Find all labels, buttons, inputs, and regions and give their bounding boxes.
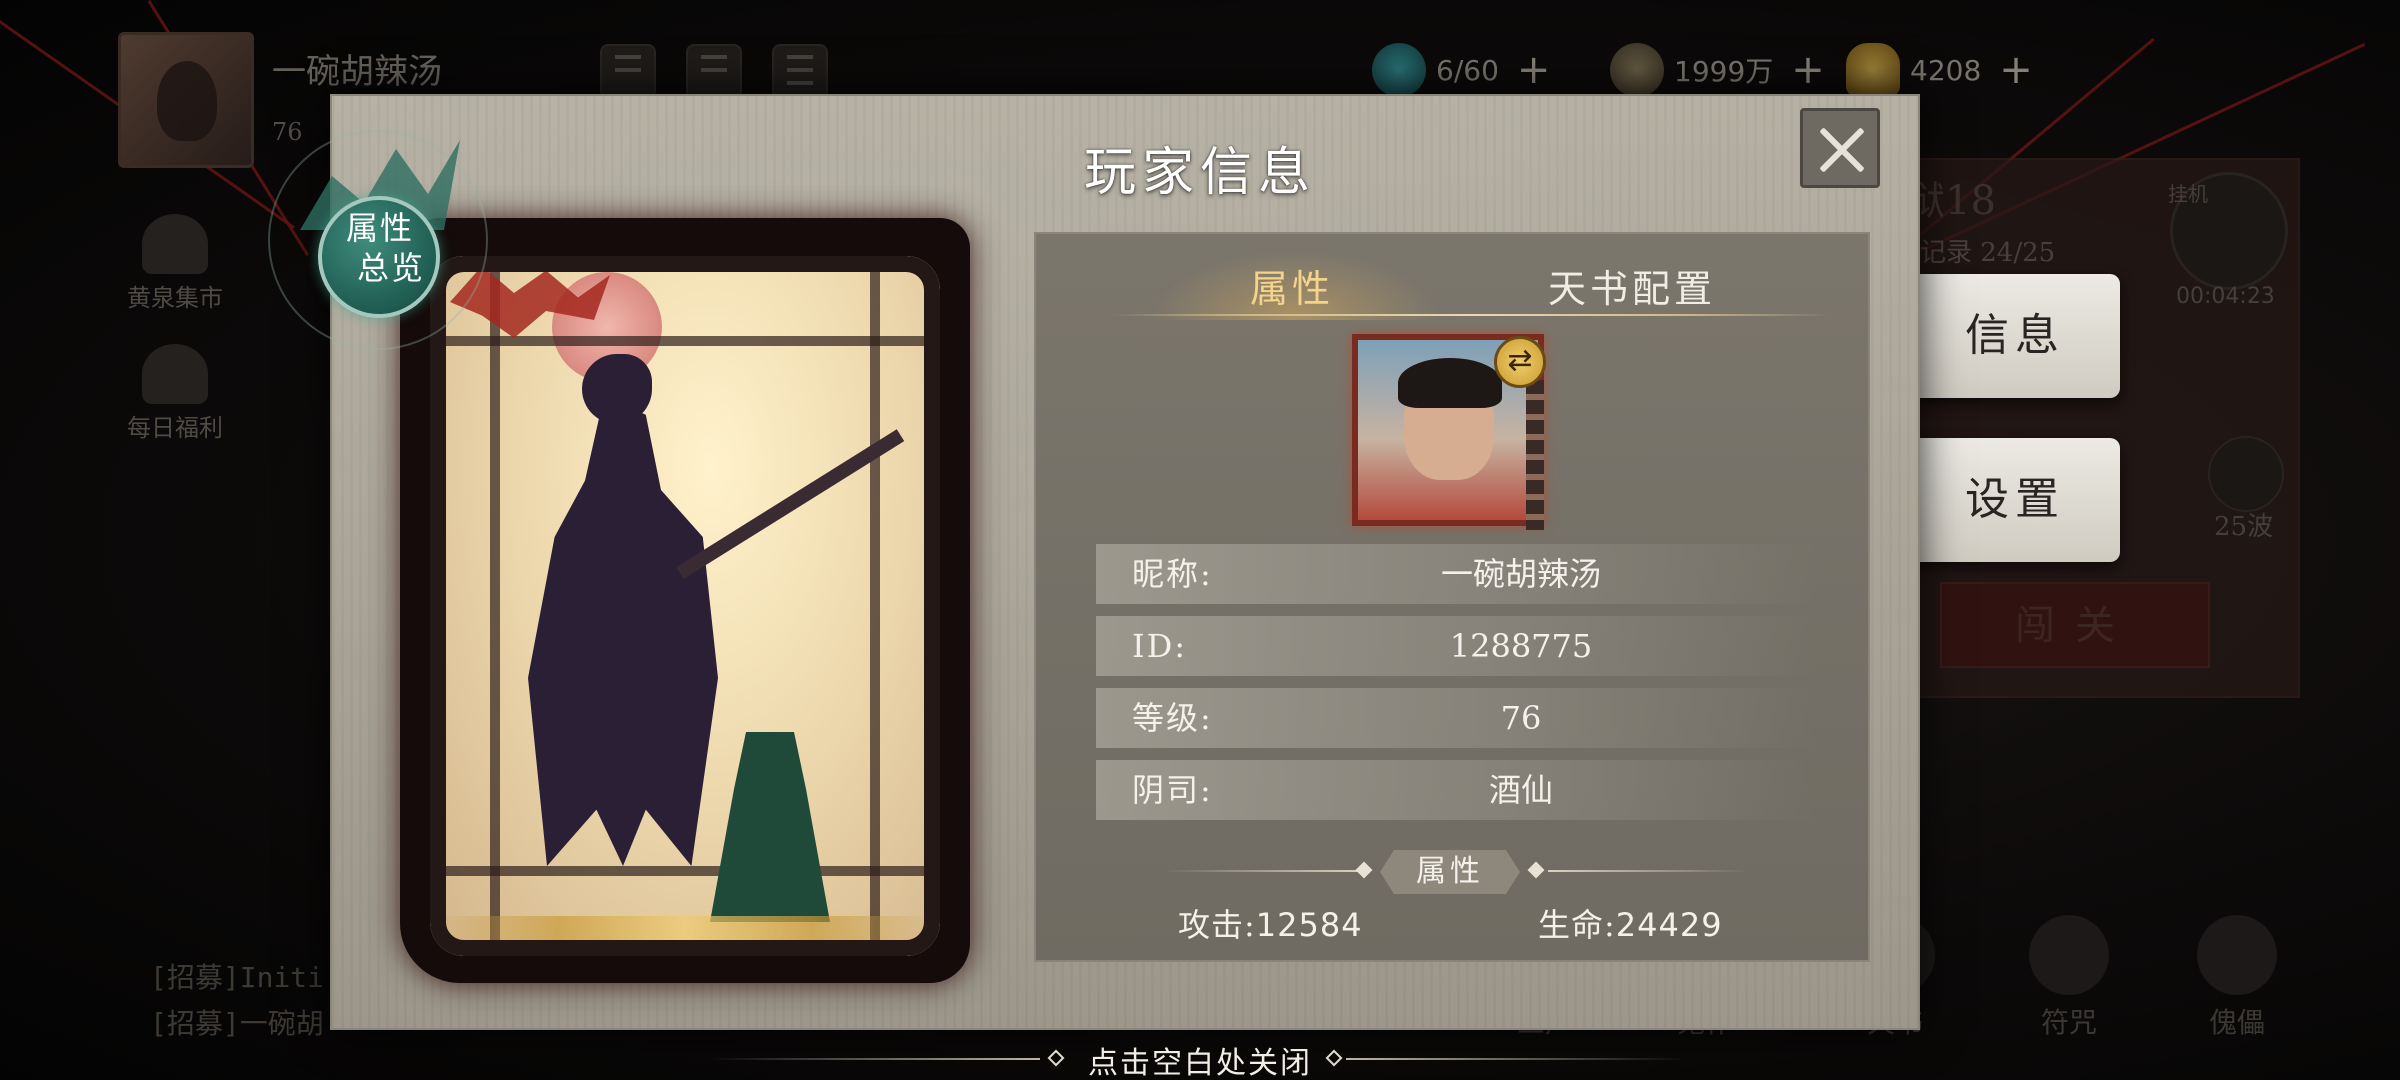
tab-book-config[interactable]: 天书配置 [1548,258,1716,313]
row-value: 1288775 [1449,627,1593,665]
section-attributes-label: 属性 [1380,850,1520,894]
tab-attributes[interactable]: 属性 [1250,258,1334,313]
info-row-underworld: 阴司: 酒仙 [1096,760,1816,820]
character-art [430,256,940,956]
tab-settings-button[interactable]: 设置 [1910,438,2120,562]
row-label: 阴司: [1132,771,1213,809]
close-button[interactable] [1800,108,1880,188]
stat-hp-label: 生命: [1538,906,1616,944]
row-value: 76 [1500,699,1542,737]
info-row-nickname: 昵称: 一碗胡辣汤 [1096,544,1816,604]
row-value: 一碗胡辣汤 [1440,555,1601,593]
tab-info-button[interactable]: 信息 [1910,274,2120,398]
row-label: 昵称: [1132,555,1213,593]
row-label: 等级: [1132,699,1213,737]
stat-attack-value: 12584 [1255,906,1363,944]
stat-hp: 生命:24429 [1538,900,1723,946]
stat-hp-value: 24429 [1615,906,1723,944]
row-label: ID: [1132,627,1188,665]
close-hint-text: 点击空白处关闭 [1088,1046,1312,1080]
swap-avatar-icon[interactable]: ⇄ [1494,336,1546,388]
info-row-level: 等级: 76 [1096,688,1816,748]
stat-attack: 攻击:12584 [1178,900,1363,946]
tab-divider [1110,314,1830,316]
chain-decor-icon [1526,380,1544,530]
stat-attack-label: 攻击: [1178,906,1256,944]
attribute-overview-label[interactable]: 属性 总览 [324,208,436,288]
row-value: 酒仙 [1488,771,1553,809]
info-row-id: ID: 1288775 [1096,616,1816,676]
